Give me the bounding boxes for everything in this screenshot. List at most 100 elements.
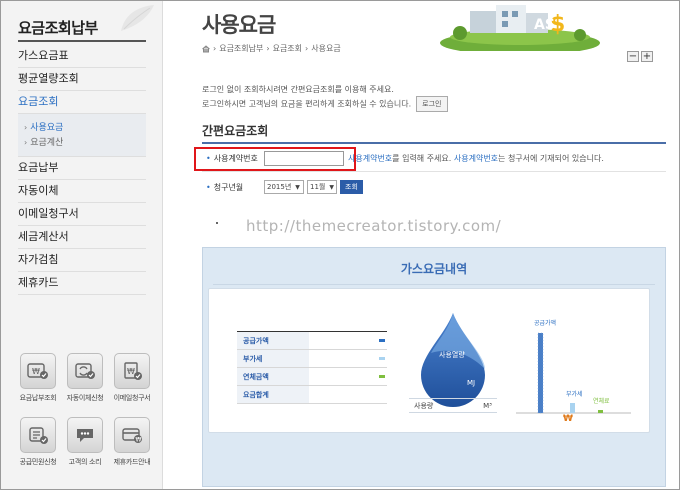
auto-transfer-icon bbox=[67, 353, 103, 389]
account-number-help: 사용계약번호를 입력해 주세요. 사용계약번호는 청구서에 기재되어 있습니다. bbox=[348, 153, 604, 164]
speech-bubble-icon bbox=[67, 417, 103, 453]
quick-link-label: 공급민원신청 bbox=[19, 458, 57, 466]
sidebar-item-bill-inquiry[interactable]: 요금조회 bbox=[18, 91, 146, 114]
fee-legend-swatch bbox=[379, 357, 385, 360]
notice-line-1: 로그인 없이 조회하시려면 간편요금조회를 이용해 주세요. bbox=[202, 85, 394, 94]
zoom-in-button[interactable]: + bbox=[641, 51, 653, 62]
fee-row-overdue: 연체금액 bbox=[237, 368, 387, 386]
quick-link-label: 고객의 소리 bbox=[68, 458, 102, 466]
billing-period-label: • 청구년월 bbox=[202, 182, 264, 193]
quick-link-label: 이메일청구서 bbox=[113, 394, 151, 402]
billing-period-row: • 청구년월 2015년 ▼ 11월 ▼ 조회 bbox=[202, 174, 666, 200]
gas-fee-title: 가스요금내역 bbox=[400, 262, 468, 276]
sidebar-item-avg-calorie[interactable]: 평균열량조회 bbox=[18, 68, 146, 91]
leaf-decoration-icon bbox=[121, 5, 154, 31]
quick-link-supply-request[interactable]: 공급민원신청 bbox=[15, 417, 61, 467]
sidebar-item-tax-invoice[interactable]: 세금계산서 bbox=[18, 226, 146, 249]
sidebar-title: 요금조회납부 bbox=[18, 19, 98, 37]
bar-label: 부가세 bbox=[566, 390, 583, 398]
chevron-right-icon: › bbox=[24, 138, 28, 147]
drop-label: 사용열량 bbox=[439, 350, 465, 359]
usage-unit: M³ bbox=[483, 401, 492, 410]
usage-label: 사용량 bbox=[414, 401, 434, 410]
sidebar-item-gas-rate-table[interactable]: 가스요금표 bbox=[18, 45, 146, 68]
caret-down-icon: ▼ bbox=[295, 183, 300, 191]
bar-supply bbox=[538, 333, 543, 413]
card-won-icon: ₩ bbox=[114, 417, 150, 453]
help-link[interactable]: 사용계약번호 bbox=[454, 154, 498, 163]
bullet-icon bbox=[216, 222, 218, 224]
breadcrumb-item-current: 사용요금 bbox=[311, 44, 341, 53]
zoom-out-button[interactable]: − bbox=[627, 51, 639, 62]
sidebar-item-auto-transfer[interactable]: 자동이체 bbox=[18, 180, 146, 203]
fee-bar-chart: 공급가액 부가세 연체료 ₩ bbox=[516, 319, 631, 421]
gas-fee-panel: 가스요금내역 공급가액 부가세 연체금액 요금합계 사용열량 MJ 사용량 M³ bbox=[202, 247, 666, 487]
gas-fee-content: 공급가액 부가세 연체금액 요금합계 사용열량 MJ 사용량 M³ 공급가액 부… bbox=[208, 288, 650, 433]
svg-text:AS: AS bbox=[534, 17, 555, 33]
zoom-controls: − + bbox=[627, 51, 653, 62]
login-notice: 로그인 없이 조회하시려면 간편요금조회를 이용해 주세요. 로그인하시면 고객… bbox=[202, 84, 622, 112]
quick-link-customer-voice[interactable]: 고객의 소리 bbox=[62, 417, 108, 467]
month-select-value: 11월 bbox=[310, 183, 326, 191]
notice-line-2-wrap: 로그인하시면 고객님의 요금을 편리하게 조회하실 수 있습니다. 로그인 bbox=[202, 96, 622, 112]
sidebar-menu-lower: 요금납부 자동이체 이메일청구서 세금계산서 자가검침 제휴카드 bbox=[18, 157, 146, 295]
login-button[interactable]: 로그인 bbox=[416, 96, 448, 112]
submenu-label: 요금계산 bbox=[30, 138, 64, 148]
billing-period-label-text: 청구년월 bbox=[213, 182, 244, 192]
quick-link-partner-card[interactable]: ₩ 제휴카드안내 bbox=[109, 417, 155, 467]
won-icon: ₩ bbox=[563, 414, 573, 421]
search-button[interactable]: 조회 bbox=[340, 180, 363, 194]
month-select[interactable]: 11월 ▼ bbox=[307, 180, 337, 194]
breadcrumb-item[interactable]: 요금조회 bbox=[273, 43, 302, 54]
document-check-icon bbox=[20, 417, 56, 453]
year-select-value: 2015년 bbox=[267, 183, 292, 191]
bar-label: 공급가액 bbox=[534, 319, 556, 327]
sidebar: 요금조회납부 가스요금표 평균열량조회 요금조회 › 사용요금 › 요금계산 요금납… bbox=[1, 1, 163, 489]
email-bill-icon: ₩ bbox=[114, 353, 150, 389]
sidebar-item-email-bill[interactable]: 이메일청구서 bbox=[18, 203, 146, 226]
fee-row-vat: 부가세 bbox=[237, 350, 387, 368]
breadcrumb-item[interactable]: 요금조회납부 bbox=[219, 43, 263, 54]
bar-vat bbox=[570, 403, 575, 413]
breadcrumb-separator: › bbox=[305, 44, 309, 53]
section-title: 간편요금조회 bbox=[202, 124, 269, 138]
breadcrumb-separator: › bbox=[266, 44, 270, 53]
gas-fee-divider bbox=[213, 284, 655, 285]
watermark: http://themecreator.tistory.com/ bbox=[246, 217, 502, 235]
fee-legend-swatch bbox=[379, 375, 385, 378]
drop-unit: MJ bbox=[467, 379, 475, 387]
sidebar-item-payment[interactable]: 요금납부 bbox=[18, 157, 146, 180]
fee-label: 연체금액 bbox=[237, 368, 309, 385]
chevron-right-icon: › bbox=[24, 123, 28, 132]
usage-row: 사용량 M³ bbox=[409, 398, 497, 413]
submenu-item-fee-calc[interactable]: › 요금계산 bbox=[24, 135, 146, 150]
svg-text:₩: ₩ bbox=[127, 367, 135, 376]
won-check-icon: ₩ bbox=[20, 353, 56, 389]
quick-link-payment-inquiry[interactable]: ₩ 요금납부조회 bbox=[15, 353, 61, 403]
quick-link-auto-transfer[interactable]: 자동이체신청 bbox=[62, 353, 108, 403]
bar-overdue bbox=[598, 410, 603, 413]
account-input-highlight bbox=[194, 147, 356, 171]
svg-text:₩: ₩ bbox=[136, 437, 142, 444]
bar-label: 연체료 bbox=[593, 397, 610, 405]
fee-table: 공급가액 부가세 연체금액 요금합계 bbox=[237, 331, 387, 404]
submenu-item-usage-fee[interactable]: › 사용요금 bbox=[24, 120, 146, 135]
sidebar-submenu: › 사용요금 › 요금계산 bbox=[18, 114, 146, 157]
help-text: 는 청구서에 기재되어 있습니다. bbox=[498, 154, 604, 163]
sidebar-item-partner-card[interactable]: 제휴카드 bbox=[18, 272, 146, 295]
help-text: 를 입력해 주세요. bbox=[392, 154, 452, 163]
fee-label: 요금합계 bbox=[237, 386, 309, 403]
quick-link-email-bill[interactable]: ₩ 이메일청구서 bbox=[109, 353, 155, 403]
quick-link-label: 제휴카드안내 bbox=[113, 458, 151, 466]
notice-line-2: 로그인하시면 고객님의 요금을 편리하게 조회하실 수 있습니다. bbox=[202, 99, 412, 109]
sidebar-menu: 가스요금표 평균열량조회 요금조회 › 사용요금 › 요금계산 bbox=[18, 45, 146, 157]
submenu-label: 사용요금 bbox=[30, 123, 64, 133]
sidebar-item-self-reading[interactable]: 자가검침 bbox=[18, 249, 146, 272]
fee-label: 공급가액 bbox=[237, 332, 309, 349]
bullet-icon: • bbox=[206, 182, 211, 192]
home-icon[interactable] bbox=[202, 44, 210, 53]
fee-row-supply: 공급가액 bbox=[237, 332, 387, 350]
quick-link-label: 요금납부조회 bbox=[19, 394, 57, 402]
year-select[interactable]: 2015년 ▼ bbox=[264, 180, 304, 194]
page-title: 사용요금 bbox=[202, 13, 276, 37]
